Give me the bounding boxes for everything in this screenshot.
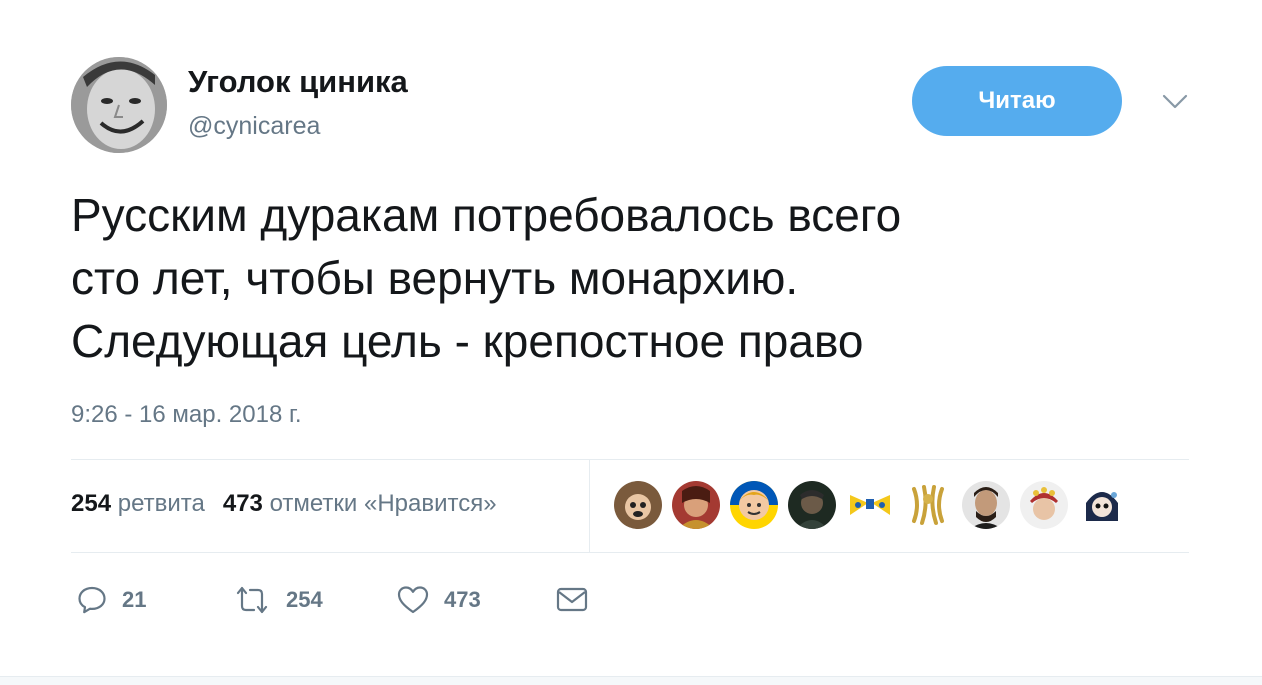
like-button[interactable]: 473 <box>396 583 481 617</box>
reply-bubble-icon <box>78 586 106 614</box>
tweet-line: сто лет, чтобы вернуть монархию. <box>71 252 799 304</box>
following-button[interactable]: Читаю <box>912 66 1122 136</box>
tweet-text: Русским дуракам потребовалось всего сто … <box>71 184 1171 373</box>
stats-divider <box>589 460 590 552</box>
retweet-count: 254 <box>286 587 323 612</box>
retweets-stat[interactable]: 254 ретвита <box>71 490 205 517</box>
liker-avatar[interactable] <box>672 481 720 529</box>
chevron-down-icon[interactable] <box>1160 90 1190 114</box>
likes-stat[interactable]: 473 отметки «Нравится» <box>223 490 497 517</box>
liker-avatar[interactable] <box>1078 481 1126 529</box>
liker-avatar[interactable] <box>904 481 952 529</box>
liker-avatar[interactable] <box>614 481 662 529</box>
profile-avatar[interactable] <box>71 57 167 153</box>
author-name[interactable]: Уголок циника <box>188 64 408 100</box>
liker-avatar[interactable] <box>1020 481 1068 529</box>
tweet-timestamp[interactable]: 9:26 - 16 мар. 2018 г. <box>71 401 301 429</box>
divider <box>71 459 1189 460</box>
reply-count: 21 <box>122 587 147 612</box>
envelope-icon <box>556 587 588 612</box>
reply-button[interactable]: 21 <box>76 583 146 617</box>
avatar-face-image <box>71 57 167 153</box>
retweet-button[interactable]: 254 <box>232 583 323 617</box>
liker-avatar[interactable] <box>846 481 894 529</box>
direct-message-button[interactable] <box>555 583 589 617</box>
liker-avatar[interactable] <box>962 481 1010 529</box>
liker-avatar[interactable] <box>788 481 836 529</box>
retweets-label: ретвита <box>117 490 205 517</box>
retweet-icon <box>236 586 268 614</box>
tweet-stats: 254 ретвита 473 отметки «Нравится» <box>71 490 497 518</box>
liker-avatar[interactable] <box>730 481 778 529</box>
likes-label: отметки «Нравится» <box>269 490 497 517</box>
divider <box>71 552 1189 553</box>
likes-count: 473 <box>222 490 263 517</box>
author-handle[interactable]: @cynicarea <box>188 112 320 141</box>
heart-icon <box>397 586 429 614</box>
like-count: 473 <box>444 587 481 612</box>
tweet-line: Следующая цель - крепостное право <box>71 315 864 367</box>
tweet-line: Русским дуракам потребовалось всего <box>71 189 902 241</box>
retweets-count: 254 <box>71 490 112 517</box>
